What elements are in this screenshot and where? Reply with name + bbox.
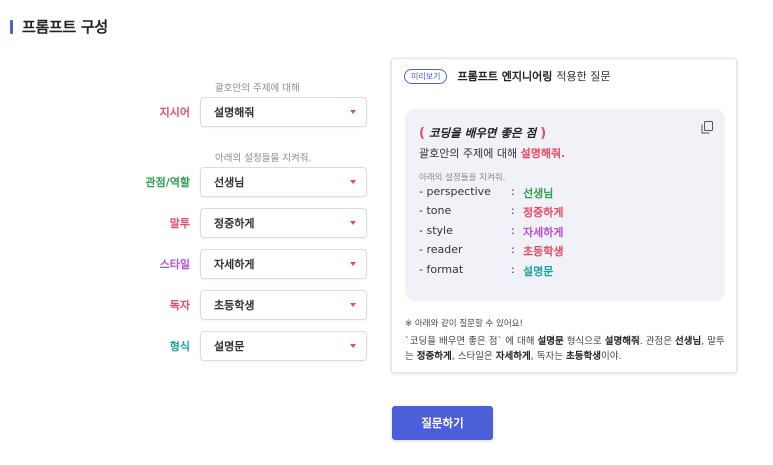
summary-bold: 선생님: [674, 336, 702, 347]
setting-value: 정중하게: [523, 206, 564, 219]
setting-key: - format: [419, 263, 464, 276]
setting-row: - reader : 초등학생: [419, 243, 709, 259]
setting-row: - perspective : 선생님: [419, 185, 709, 201]
select-value: 자세하게: [214, 258, 255, 271]
prompt-topic: 코딩을 배우면 좋은 점: [428, 126, 537, 140]
prompt-summary: `코딩을 배우면 좋은 점` 에 대해 설명문 형식으로 설명해줘. 관점은 선…: [405, 334, 730, 364]
summary-text: 형식으로: [563, 336, 605, 347]
chevron-down-icon: [350, 303, 356, 307]
setting-sep: :: [511, 243, 515, 256]
row-reader: 독자 초등학생: [100, 290, 375, 320]
row-tone: 말투 정중하게: [100, 208, 375, 238]
summary-bold: 설명해줘: [604, 336, 640, 347]
prompt-topic-line: ( 코딩을 배우면 좋은 점 ): [419, 125, 546, 141]
style-select[interactable]: 자세하게: [200, 249, 367, 279]
setting-key: - style: [419, 224, 453, 237]
preview-title-rest: 적용한 질문: [556, 70, 611, 83]
summary-text: 이야.: [600, 351, 622, 362]
instruction-prefix: 괄호안의 주제에 대해: [419, 147, 521, 160]
setting-sep: :: [511, 224, 515, 237]
example-note: ※ 아래와 같이 질문할 수 있어요!: [405, 319, 523, 329]
setting-sep: :: [511, 263, 515, 276]
page-title: 프롬프트 구성: [22, 18, 108, 36]
paren-close: ): [540, 126, 547, 141]
ask-question-button[interactable]: 질문하기: [392, 406, 493, 440]
title-accent-bar: [10, 19, 13, 34]
preview-header: 미리보기 프롬프트 엔지니어링 적용한 질문: [404, 68, 610, 84]
chevron-down-icon: [350, 110, 356, 114]
setting-value: 자세하게: [523, 226, 564, 239]
section-header: 프롬프트 구성: [10, 16, 108, 37]
select-value: 설명해줘: [214, 106, 255, 119]
prompt-preview-card: ( 코딩을 배우면 좋은 점 ) 괄호안의 주제에 대해 설명해줘. 아래의 설…: [405, 109, 725, 301]
setting-key: - tone: [419, 204, 452, 217]
chevron-down-icon: [350, 221, 356, 225]
label-perspective: 관점/역할: [145, 176, 191, 189]
setting-row: - tone : 정중하게: [419, 204, 709, 220]
select-value: 설명문: [214, 340, 245, 353]
summary-text: . 관점은: [639, 336, 675, 347]
select-value: 초등학생: [214, 299, 255, 312]
prompt-instruction: 괄호안의 주제에 대해 설명해줘.: [419, 145, 565, 161]
row-format: 형식 설명문: [100, 331, 375, 361]
setting-value: 설명문: [523, 265, 554, 278]
hint-topic: 괄호안의 주제에 대해: [215, 83, 300, 94]
label-reader: 독자: [169, 299, 190, 312]
setting-value: 선생님: [523, 187, 554, 200]
summary-text: `코딩을 배우면 좋은 점` 에 대해: [405, 336, 538, 347]
setting-row: - style : 자세하게: [419, 224, 709, 240]
setting-sep: :: [511, 185, 515, 198]
chevron-down-icon: [350, 262, 356, 266]
format-select[interactable]: 설명문: [200, 331, 367, 361]
tone-select[interactable]: 정중하게: [200, 208, 367, 238]
label-instruction: 지시어: [159, 106, 190, 119]
chevron-down-icon: [350, 344, 356, 348]
setting-sep: :: [511, 204, 515, 217]
setting-row: - format : 설명문: [419, 263, 709, 279]
row-instruction: 지시어 설명해줘: [100, 97, 375, 127]
setting-key: - perspective: [419, 185, 491, 198]
preview-title-strong: 프롬프트 엔지니어링: [457, 70, 553, 83]
summary-bold: 정중하게: [416, 351, 452, 362]
summary-bold: 자세하게: [495, 351, 531, 362]
row-style: 스타일 자세하게: [100, 249, 375, 279]
instruction-accent: 설명해줘.: [520, 147, 566, 160]
summary-bold: 설명문: [537, 336, 564, 347]
label-style: 스타일: [159, 258, 190, 271]
copy-icon[interactable]: [701, 121, 713, 134]
select-value: 선생님: [214, 176, 245, 189]
setting-value: 초등학생: [523, 245, 564, 258]
preview-panel: 미리보기 프롬프트 엔지니어링 적용한 질문 ( 코딩을 배우면 좋은 점 ) …: [391, 58, 737, 373]
perspective-select[interactable]: 선생님: [200, 167, 367, 197]
summary-text: , 스타일은: [451, 351, 496, 362]
select-value: 정중하게: [214, 217, 255, 230]
settings-note: 아래의 설정들을 지켜줘.: [419, 173, 506, 183]
label-format: 형식: [169, 340, 190, 353]
hint-settings: 아래의 설정들을 지켜줘.: [215, 153, 312, 164]
reader-select[interactable]: 초등학생: [200, 290, 367, 320]
summary-text: , 독자는: [530, 351, 567, 362]
instruction-select[interactable]: 설명해줘: [200, 97, 367, 127]
row-perspective: 관점/역할 선생님: [100, 167, 375, 197]
preview-badge: 미리보기: [404, 68, 448, 84]
chevron-down-icon: [350, 180, 356, 184]
label-tone: 말투: [169, 217, 190, 230]
summary-bold: 초등학생: [566, 351, 601, 362]
paren-open: (: [419, 126, 425, 141]
setting-key: - reader: [419, 243, 463, 256]
